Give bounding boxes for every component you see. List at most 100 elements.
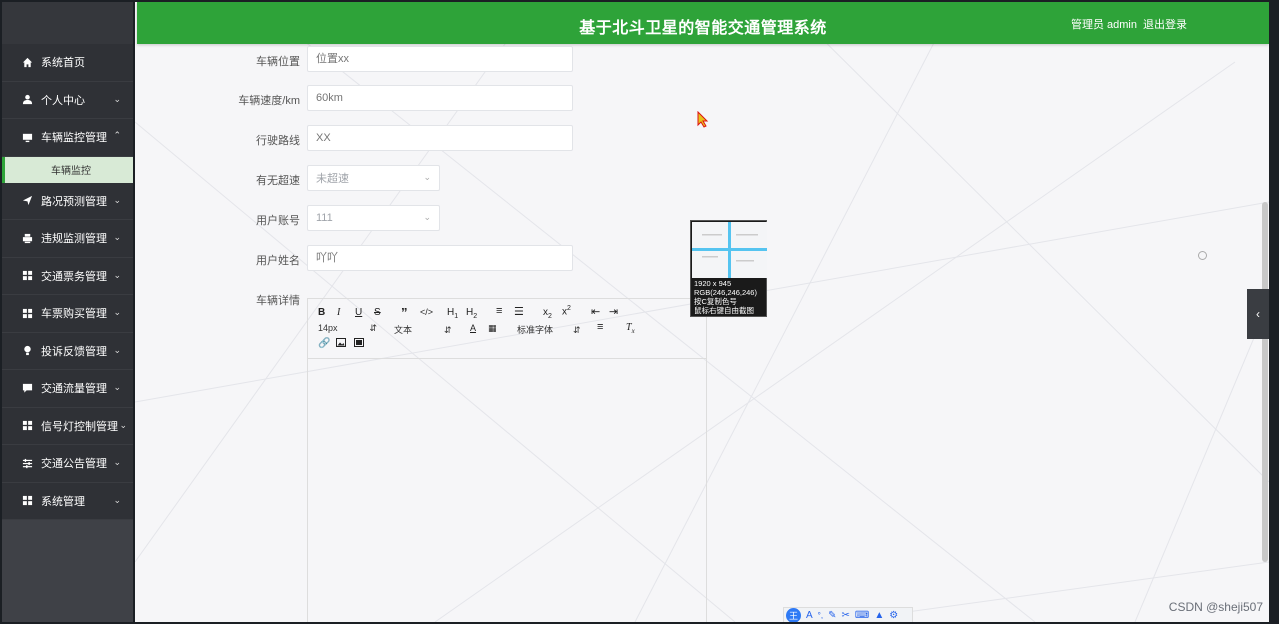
sidebar-item-signal[interactable]: 信号灯控制管理 ⌄ <box>2 408 133 445</box>
italic-button[interactable]: I <box>337 307 340 318</box>
subscript-button[interactable]: x2 <box>543 307 552 320</box>
ime-logo-icon[interactable]: 王 <box>786 608 801 622</box>
chevron-down-icon: ⌄ <box>113 307 121 317</box>
sidebar-item-system[interactable]: 系统管理 ⌄ <box>2 483 133 520</box>
blockquote-button[interactable]: ” <box>401 305 408 320</box>
chevron-down-icon: ⌄ <box>119 419 127 430</box>
sidebar-item-notice[interactable]: 交通公告管理 ⌄ <box>2 445 133 483</box>
vertical-scrollbar[interactable] <box>1262 202 1268 562</box>
sidebar-subitem-vehicle-monitor[interactable]: 车辆监控 <box>2 156 133 183</box>
chevron-down-icon: ⌄ <box>113 232 121 242</box>
clear-format-icon[interactable]: Tx <box>626 322 635 335</box>
sidebar-item-label: 信号灯控制管理 <box>41 420 118 433</box>
link-icon[interactable]: 🔗 <box>318 338 330 349</box>
logout-link[interactable]: 退出登录 <box>1143 16 1187 32</box>
sidebar-item-label: 车辆监控管理 <box>41 132 107 145</box>
sidebar-item-label: 交通票务管理 <box>41 270 107 283</box>
h2-button[interactable]: H2 <box>466 307 477 320</box>
side-menu: 系统首页 个人中心 ⌄ 车辆监控管理 ⌃ 车辆监控 路况预测管理 ⌄ 违规监测管… <box>2 44 133 520</box>
account-select[interactable]: 111 ⌄ <box>307 205 440 231</box>
rgb-text: RGB(246,246,246) <box>694 288 757 297</box>
video-icon[interactable] <box>354 338 364 350</box>
current-user: 管理员 admin <box>1070 19 1137 31</box>
ime-scissors-icon[interactable]: ✂ <box>841 610 849 621</box>
image-icon[interactable] <box>336 338 346 350</box>
sidebar-item-home[interactable]: 系统首页 <box>2 44 133 82</box>
bold-button[interactable]: B <box>318 307 325 318</box>
sidebar-item-road-forecast[interactable]: 路况预测管理 ⌄ <box>2 183 133 220</box>
name-label: 用户姓名 <box>256 255 300 267</box>
font-family-select[interactable]: 标准字体 ⇵ <box>517 323 581 336</box>
overspeed-select[interactable]: 未超速 ⌄ <box>307 165 440 191</box>
copy-hint-text: 按C复制色号 <box>694 297 737 306</box>
header-style-select[interactable]: 文本 ⇵ <box>394 323 452 336</box>
code-button[interactable]: </> <box>420 307 433 317</box>
chevron-down-icon: ⌄ <box>113 269 121 280</box>
chevron-down-icon: ⌄ <box>113 382 121 392</box>
watermark: CSDN @sheji507 <box>1168 600 1263 614</box>
ime-pen-icon[interactable]: ✎ <box>828 610 836 621</box>
speed-input[interactable] <box>307 85 573 111</box>
background-color-icon[interactable]: ▦ <box>488 323 497 334</box>
outdent-icon[interactable]: ⇤ <box>591 305 600 318</box>
updown-icon: ⇵ <box>444 325 452 335</box>
route-label: 行驶路线 <box>256 135 300 147</box>
magnifier-preview <box>692 222 767 278</box>
sidebar-item-label: 投诉反馈管理 <box>41 345 107 358</box>
underline-button[interactable]: U <box>355 307 362 318</box>
ime-font-icon[interactable]: A <box>806 610 813 621</box>
font-size-select[interactable]: 14px ⇵ <box>318 323 377 334</box>
target-icon <box>1198 251 1207 260</box>
chevron-down-icon: ⌄ <box>113 194 121 205</box>
sidebar-item-label: 违规监测管理 <box>41 233 107 246</box>
sidebar-item-traffic-flow[interactable]: 交通流量管理 ⌄ <box>2 370 133 408</box>
sidebar-item-vehicle-monitor-mgmt[interactable]: 车辆监控管理 ⌃ <box>2 119 133 157</box>
account-value: 111 <box>316 212 333 224</box>
bulb-icon <box>20 345 34 356</box>
strike-button[interactable]: S <box>374 307 381 318</box>
name-input[interactable] <box>307 245 573 271</box>
main-content: 基于北斗卫星的智能交通管理系统 管理员 admin 退出登录 车辆位置 车辆速度… <box>135 2 1269 622</box>
ime-skin-icon[interactable]: ▲ <box>874 610 884 621</box>
sidebar-item-label: 个人中心 <box>41 94 85 107</box>
sidebar-item-ticket-purchase[interactable]: 车票购买管理 ⌄ <box>2 295 133 333</box>
sidebar-item-profile[interactable]: 个人中心 ⌄ <box>2 82 133 119</box>
chevron-down-icon: ⌄ <box>423 172 431 182</box>
sidebar-top <box>2 2 133 44</box>
h1-button[interactable]: H1 <box>447 307 458 320</box>
superscript-button[interactable]: x2 <box>562 305 571 317</box>
sidebar-item-label: 系统首页 <box>41 57 85 70</box>
detail-label: 车辆详情 <box>256 295 300 307</box>
sidebar-item-ticket[interactable]: 交通票务管理 ⌄ <box>2 258 133 295</box>
ordered-list-icon[interactable]: ≡ <box>496 305 502 317</box>
chevron-down-icon: ⌄ <box>113 494 121 505</box>
font-size-value: 14px <box>318 323 338 333</box>
chevron-down-icon: ⌄ <box>113 344 121 355</box>
indent-icon[interactable]: ⇥ <box>609 305 618 318</box>
ime-punct-icon[interactable]: °, <box>818 611 823 620</box>
grid-icon <box>20 308 34 319</box>
top-header: 基于北斗卫星的智能交通管理系统 管理员 admin 退出登录 <box>137 2 1269 44</box>
side-panel-toggle[interactable]: ‹ <box>1247 289 1269 339</box>
ime-settings-icon[interactable]: ⚙ <box>889 610 898 621</box>
home-icon <box>20 57 34 68</box>
align-icon[interactable]: ≡ <box>597 321 603 333</box>
account-label: 用户账号 <box>256 215 300 227</box>
send-icon <box>20 195 34 206</box>
capture-hint-text: 鼠标右键自由截图 <box>694 306 754 315</box>
user-icon <box>20 94 34 105</box>
chevron-down-icon: ⌄ <box>113 93 121 104</box>
sidebar-subitem-label: 车辆监控 <box>51 166 91 177</box>
rich-text-editor: B I U S ” </> H1 H2 ≡ ☰ x2 x2 ⇤ ⇥ 14px ⇵ … <box>307 298 707 622</box>
chevron-up-icon: ⌃ <box>113 130 121 140</box>
sidebar-item-label: 路况预测管理 <box>41 195 107 208</box>
sidebar-item-complaint[interactable]: 投诉反馈管理 ⌄ <box>2 333 133 370</box>
route-input[interactable] <box>307 125 573 151</box>
ime-keyboard-icon[interactable]: ⌨ <box>855 610 869 621</box>
bullet-list-icon[interactable]: ☰ <box>514 305 524 318</box>
chevron-down-icon: ⌄ <box>423 212 431 222</box>
editor-content-area[interactable] <box>308 359 706 622</box>
font-color-button[interactable]: A <box>470 323 476 333</box>
sidebar-item-violation[interactable]: 违规监测管理 ⌄ <box>2 220 133 258</box>
location-input[interactable] <box>307 46 573 72</box>
